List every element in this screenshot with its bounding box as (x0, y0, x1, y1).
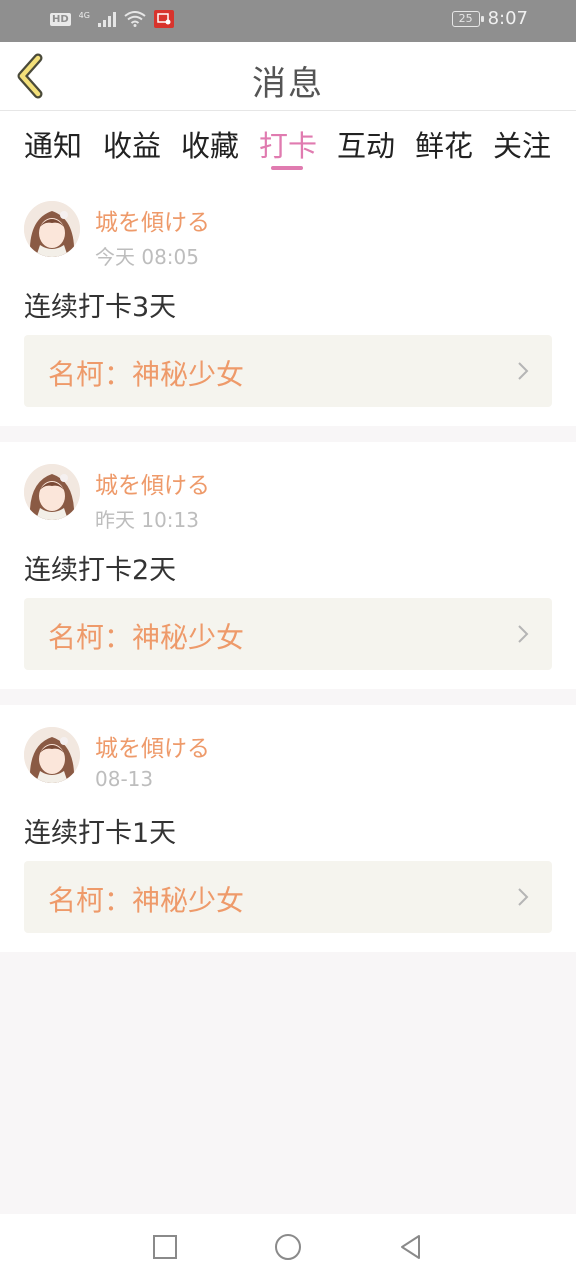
tab-interaction[interactable]: 互动 (331, 123, 401, 165)
avatar[interactable] (24, 464, 80, 520)
username[interactable]: 城を傾ける (95, 203, 210, 237)
notification-app-icon (153, 10, 174, 28)
work-link[interactable]: 名柯：神秘少女 (24, 598, 552, 670)
tab-flowers[interactable]: 鲜花 (409, 123, 479, 165)
wifi-icon (124, 11, 146, 27)
message-card: 城を傾ける 今天 08:05 连续打卡3天 名柯：神秘少女 (0, 179, 576, 426)
square-icon[interactable] (150, 1232, 180, 1262)
page-title: 消息 (252, 64, 324, 104)
avatar-image (24, 727, 80, 783)
work-link[interactable]: 名柯：神秘少女 (24, 335, 552, 407)
message-text: 连续打卡1天 (24, 818, 177, 849)
chevron-right-icon (518, 362, 529, 380)
battery-icon: 25 (451, 10, 484, 27)
tab-favorites[interactable]: 收藏 (175, 123, 245, 165)
username[interactable]: 城を傾ける (95, 466, 210, 500)
tab-checkin[interactable]: 打卡 (253, 123, 323, 165)
status-time: 8:07 (487, 8, 528, 29)
message-card: 城を傾ける 昨天 10:13 连续打卡2天 名柯：神秘少女 (0, 442, 576, 689)
message-text: 连续打卡2天 (24, 555, 177, 586)
avatar-image (24, 464, 80, 520)
tab-notice[interactable]: 通知 (18, 123, 88, 165)
work-link-title: 名柯：神秘少女 (48, 884, 245, 917)
tab-earnings[interactable]: 收益 (97, 123, 167, 165)
status-right: 25 8:07 (451, 8, 528, 29)
work-link-title: 名柯：神秘少女 (48, 358, 245, 391)
chevron-right-icon (518, 625, 529, 643)
message-text: 连续打卡3天 (24, 292, 177, 323)
tab-follow[interactable]: 关注 (487, 123, 557, 165)
avatar-image (24, 201, 80, 257)
triangle-back-icon[interactable] (396, 1232, 426, 1262)
active-tab-indicator (271, 166, 303, 170)
status-bar: HD 4G 25 8:07 (0, 0, 576, 42)
avatar[interactable] (24, 201, 80, 257)
chevron-right-icon (518, 888, 529, 906)
network-type: 4G (78, 10, 90, 20)
message-time: 08-13 (95, 767, 154, 791)
work-link[interactable]: 名柯：神秘少女 (24, 861, 552, 933)
signal-icon (97, 12, 116, 27)
message-time: 昨天 10:13 (95, 508, 199, 532)
message-card: 城を傾ける 08-13 连续打卡1天 名柯：神秘少女 (0, 705, 576, 952)
status-left: HD 4G (50, 10, 174, 28)
avatar[interactable] (24, 727, 80, 783)
message-time: 今天 08:05 (95, 245, 199, 269)
circle-icon[interactable] (273, 1232, 303, 1262)
work-link-title: 名柯：神秘少女 (48, 621, 245, 654)
system-nav-bar (0, 1214, 576, 1280)
hd-badge: HD (50, 12, 71, 26)
app-header: 消息 (0, 42, 576, 111)
username[interactable]: 城を傾ける (95, 729, 210, 763)
